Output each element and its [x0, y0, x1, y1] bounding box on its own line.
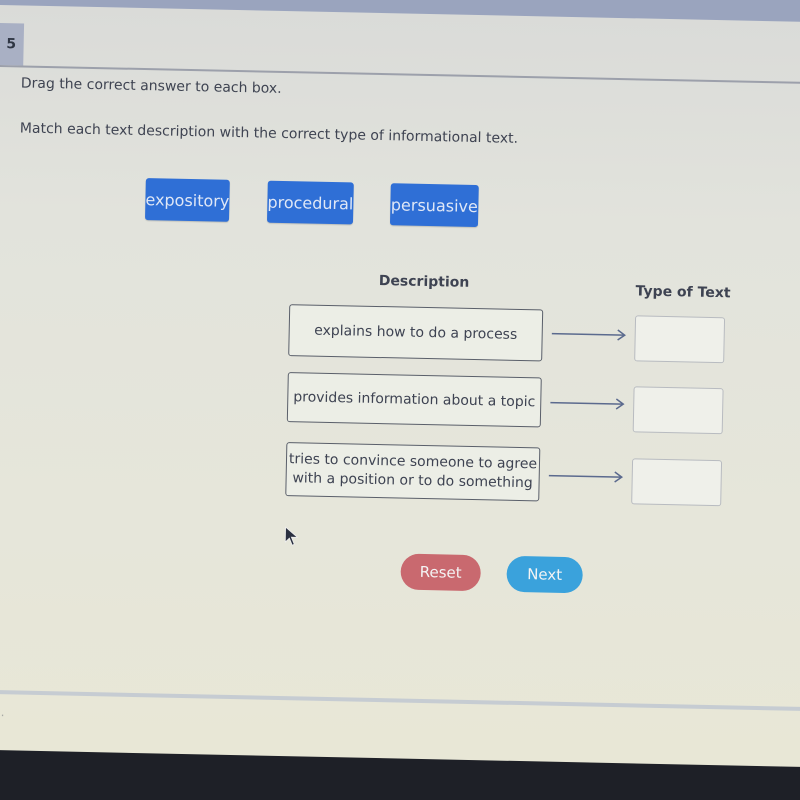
drop-target-box[interactable]	[632, 386, 724, 435]
screen: 5 Drag the correct answer to each box. M…	[0, 0, 800, 800]
footer-copyright: ved.	[0, 704, 5, 720]
description-box: provides information about a topic	[286, 372, 542, 428]
description-text: tries to convince someone to agree with …	[288, 451, 538, 492]
instruction-drag: Drag the correct answer to each box.	[20, 75, 282, 97]
footer-divider	[0, 689, 800, 712]
mouse-cursor-icon	[284, 526, 299, 546]
drop-target-box[interactable]	[634, 315, 726, 364]
answer-chip-persuasive[interactable]: persuasive	[389, 183, 479, 228]
reset-button[interactable]: Reset	[400, 553, 482, 592]
description-box: tries to convince someone to agree with …	[285, 442, 541, 502]
answer-chip-procedural[interactable]: procedural	[266, 180, 354, 225]
arrow-right-icon	[551, 329, 626, 341]
column-header-description: Description	[378, 273, 470, 291]
drop-target-box[interactable]	[631, 458, 723, 507]
question-header: 5	[0, 22, 800, 85]
description-box: explains how to do a process	[288, 304, 544, 362]
description-text: explains how to do a process	[314, 322, 518, 343]
description-text: provides information about a topic	[293, 388, 536, 410]
question-number-badge: 5	[0, 22, 25, 66]
instruction-match: Match each text description with the cor…	[19, 120, 519, 147]
top-bar	[0, 0, 800, 23]
next-button[interactable]: Next	[506, 555, 584, 594]
answer-chip-expository[interactable]: expository	[145, 178, 230, 222]
arrow-right-icon	[548, 471, 624, 483]
quiz-page: 5 Drag the correct answer to each box. M…	[0, 0, 800, 768]
arrow-right-icon	[550, 398, 625, 410]
column-header-type-of-text: Type of Text	[635, 283, 731, 302]
